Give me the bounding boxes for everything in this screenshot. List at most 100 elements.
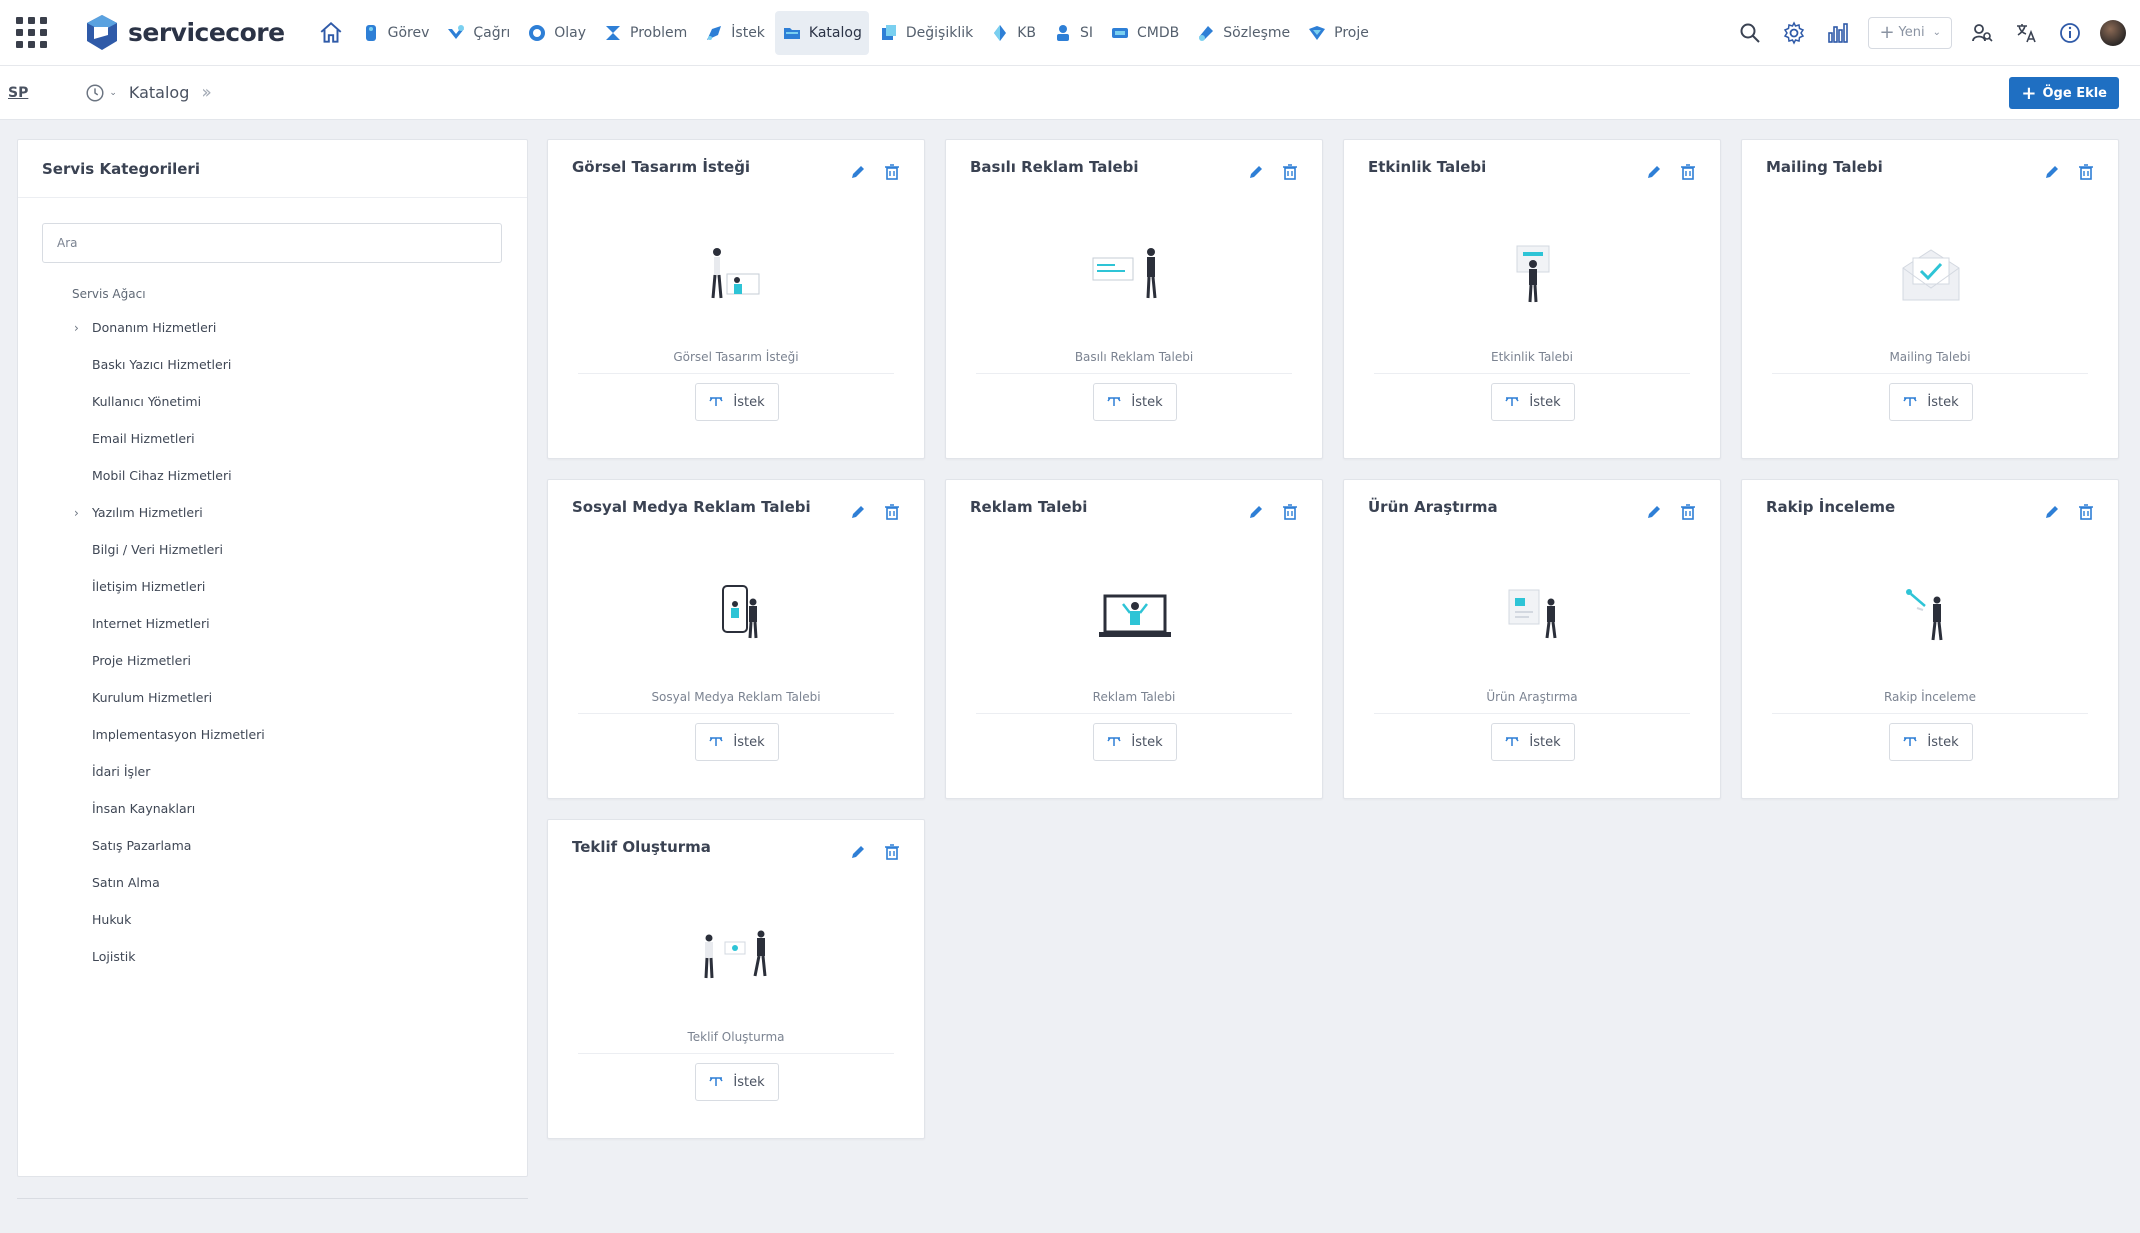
request-icon: [707, 25, 722, 40]
request-button[interactable]: İstek: [695, 1063, 779, 1101]
tree-item-proje[interactable]: Proje Hizmetleri: [18, 642, 527, 679]
nav-cmdb[interactable]: CMDB: [1103, 11, 1186, 55]
language-button[interactable]: [2012, 19, 2040, 47]
nav-katalog[interactable]: Katalog: [774, 10, 869, 55]
catalog-card[interactable]: Etkinlik Talebi Etkinlik Talebi İstek: [1343, 139, 1721, 459]
tree-item-satin-alma[interactable]: Satın Alma: [18, 864, 527, 901]
tree-item-mobil[interactable]: Mobil Cihaz Hizmetleri: [18, 457, 527, 494]
search-button[interactable]: [1736, 19, 1764, 47]
trash-icon[interactable]: [882, 842, 902, 862]
request-button[interactable]: İstek: [1889, 383, 1973, 421]
nav-kb[interactable]: KB: [983, 11, 1043, 55]
event-illustration-icon: [1516, 245, 1550, 303]
tree-item-satis[interactable]: Satış Pazarlama: [18, 827, 527, 864]
catalog-card[interactable]: Mailing Talebi Mailing Talebi İstek: [1741, 139, 2119, 459]
sp-link[interactable]: SP: [8, 85, 28, 101]
request-button[interactable]: İstek: [1491, 383, 1575, 421]
request-button[interactable]: İstek: [695, 723, 779, 761]
trash-icon[interactable]: [1280, 502, 1300, 522]
pencil-icon[interactable]: [848, 842, 868, 862]
tree-item-implementasyon[interactable]: Implementasyon Hizmetleri: [18, 716, 527, 753]
request-button-label: İstek: [733, 394, 765, 410]
catalog-card[interactable]: Ürün Araştırma Ürün Araştırma İstek: [1343, 479, 1721, 799]
card-caption: Basılı Reklam Talebi: [1074, 350, 1194, 364]
tree-item-email[interactable]: Email Hizmetleri: [18, 420, 527, 457]
tree-item-hukuk[interactable]: Hukuk: [18, 901, 527, 938]
brand-logo[interactable]: servicecore: [82, 13, 285, 53]
catalog-card[interactable]: Reklam Talebi Reklam Talebi İstek: [945, 479, 1323, 799]
divider: [578, 1053, 894, 1054]
trash-icon[interactable]: [1678, 502, 1698, 522]
pencil-icon[interactable]: [1644, 502, 1664, 522]
trash-icon[interactable]: [2076, 162, 2096, 182]
double-chevron-right-icon[interactable]: ››: [201, 82, 212, 103]
tree-item-bilgi[interactable]: Bilgi / Veri Hizmetleri: [18, 531, 527, 568]
catalog-card[interactable]: Teklif Oluşturma Teklif Oluşturma İstek: [547, 819, 925, 1139]
tree-item-kullanici[interactable]: Kullanıcı Yönetimi: [18, 383, 527, 420]
social-media-illustration-icon: [722, 585, 758, 639]
pencil-icon[interactable]: [848, 502, 868, 522]
trash-icon[interactable]: [1678, 162, 1698, 182]
settings-button[interactable]: [1780, 19, 1808, 47]
tree-root[interactable]: Servis Ağacı: [72, 287, 527, 301]
add-item-button[interactable]: + Öge Ekle: [2009, 77, 2119, 109]
chevron-right-icon[interactable]: ›: [74, 321, 79, 335]
request-icon: [709, 1077, 723, 1086]
trash-icon[interactable]: [1280, 162, 1300, 182]
nav-si[interactable]: SI: [1046, 11, 1100, 55]
catalog-card[interactable]: Sosyal Medya Reklam Talebi Sosyal Medya …: [547, 479, 925, 799]
tree-item-label: Satış Pazarlama: [92, 838, 192, 853]
nav-olay[interactable]: Olay: [520, 11, 593, 55]
request-icon: [1505, 737, 1519, 746]
catalog-card[interactable]: Rakip İnceleme Rakip İnceleme İstek: [1741, 479, 2119, 799]
new-button[interactable]: + Yeni ⌄: [1868, 16, 1952, 49]
nav-degisiklik[interactable]: Değişiklik: [872, 11, 980, 55]
search-input[interactable]: Ara: [42, 223, 502, 263]
app-grid-icon[interactable]: [8, 10, 54, 56]
pencil-icon[interactable]: [2042, 502, 2062, 522]
user-search-button[interactable]: [1968, 19, 1996, 47]
tree-item-yazilim[interactable]: › Yazılım Hizmetleri: [18, 494, 527, 531]
request-button-label: İstek: [733, 1074, 765, 1090]
history-dropdown[interactable]: ⌄: [84, 82, 117, 104]
trash-icon[interactable]: [882, 162, 902, 182]
tree-item-kurulum[interactable]: Kurulum Hizmetleri: [18, 679, 527, 716]
pencil-icon[interactable]: [848, 162, 868, 182]
trash-icon[interactable]: [882, 502, 902, 522]
request-button[interactable]: İstek: [1889, 723, 1973, 761]
request-button[interactable]: İstek: [1491, 723, 1575, 761]
breadcrumb[interactable]: Katalog: [129, 83, 189, 102]
tree-item-internet[interactable]: Internet Hizmetleri: [18, 605, 527, 642]
tree-item-donanim[interactable]: › Donanım Hizmetleri: [18, 309, 527, 346]
request-button[interactable]: İstek: [1093, 723, 1177, 761]
catalog-card[interactable]: Görsel Tasarım İsteği Görsel Tasarım İst…: [547, 139, 925, 459]
nav-sozlesme[interactable]: Sözleşme: [1189, 11, 1297, 55]
pencil-icon[interactable]: [2042, 162, 2062, 182]
pencil-icon[interactable]: [1246, 162, 1266, 182]
nav-cagri[interactable]: Çağrı: [439, 11, 517, 55]
tree-item-baski[interactable]: Baskı Yazıcı Hizmetleri: [18, 346, 527, 383]
avatar[interactable]: [2100, 19, 2126, 46]
chevron-down-icon: ⌄: [1932, 27, 1941, 38]
nav-istek[interactable]: İstek: [697, 11, 772, 55]
add-item-label: Öge Ekle: [2042, 85, 2108, 101]
nav-proje[interactable]: Proje: [1300, 11, 1376, 55]
nav-home[interactable]: [311, 11, 351, 55]
chevron-right-icon[interactable]: ›: [74, 506, 79, 520]
tree-item-iletisim[interactable]: İletişim Hizmetleri: [18, 568, 527, 605]
tree-item-idari[interactable]: İdari İşler: [18, 753, 527, 790]
request-button-label: İstek: [1529, 394, 1561, 410]
tree-item-lojistik[interactable]: Lojistik: [18, 938, 527, 975]
pencil-icon[interactable]: [1644, 162, 1664, 182]
nav-gorev[interactable]: Görev: [354, 11, 437, 55]
info-button[interactable]: [2056, 19, 2084, 47]
reports-button[interactable]: [1824, 19, 1852, 47]
tree-item-insan-kaynaklari[interactable]: İnsan Kaynakları: [18, 790, 527, 827]
catalog-card[interactable]: Basılı Reklam Talebi Basılı Reklam Taleb…: [945, 139, 1323, 459]
nav-problem[interactable]: Problem: [596, 11, 694, 55]
pencil-icon[interactable]: [1246, 502, 1266, 522]
request-icon: [1903, 737, 1917, 746]
trash-icon[interactable]: [2076, 502, 2096, 522]
request-button[interactable]: İstek: [1093, 383, 1177, 421]
request-button[interactable]: İstek: [695, 383, 779, 421]
